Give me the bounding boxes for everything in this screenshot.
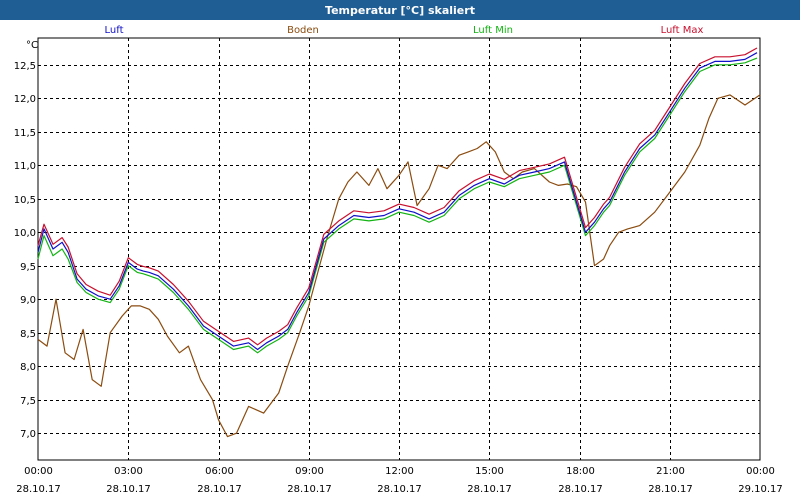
y-tick-label: 9,0: [20, 295, 36, 306]
legend: Luft Boden Luft Min Luft Max: [105, 25, 704, 36]
x-tick-time: 21:00: [656, 466, 685, 477]
y-tick-label: 8,5: [20, 329, 36, 340]
x-tick-time: 09:00: [295, 466, 324, 477]
x-tick-date: 28.10.17: [467, 484, 512, 495]
x-tick-date: 28.10.17: [106, 484, 151, 495]
y-unit-label: °C: [26, 40, 38, 51]
x-tick-time: 03:00: [114, 466, 143, 477]
grid-lines: [37, 37, 761, 461]
y-tick-label: 11,5: [14, 128, 36, 139]
y-tick-label: 9,5: [20, 262, 36, 273]
x-tick-time: 06:00: [205, 466, 234, 477]
x-tick-date: 28.10.17: [16, 484, 61, 495]
x-tick-date: 28.10.17: [377, 484, 422, 495]
x-tick-time: 00:00: [746, 466, 775, 477]
y-tick-label: 7,0: [20, 429, 36, 440]
series-line-luft-max: [37, 47, 758, 346]
x-tick-date: 28.10.17: [197, 484, 242, 495]
x-tick-date: 28.10.17: [287, 484, 332, 495]
y-tick-label: 8,0: [20, 362, 36, 373]
x-tick-labels: 00:00 28.10.17 03:00 28.10.17 06:00 28.10.17 0…: [16, 466, 783, 495]
y-tick-label: 11,0: [14, 161, 36, 172]
y-tick-label: 10,0: [14, 228, 36, 239]
x-tick-date: 29.10.17: [738, 484, 783, 495]
series-line-luft: [37, 52, 758, 351]
y-tick-label: 10,5: [14, 195, 36, 206]
y-tick-labels: 7,0 7,5 8,0 8,5 9,0 9,5 10,0 10,5 11,0 11,5 12,0 12…: [14, 61, 36, 440]
temperature-line-chart: 7,0 7,5 8,0 8,5 9,0 9,5 10,0 10,5 11,0 11,5 12,0 12…: [14, 25, 783, 495]
chart-title: Temperatur [°C] skaliert: [325, 3, 475, 17]
x-tick-time: 15:00: [475, 466, 504, 477]
x-tick-time: 12:00: [385, 466, 414, 477]
legend-item: Luft Max: [661, 25, 704, 36]
x-tick-date: 28.10.17: [558, 484, 603, 495]
x-tick-time: 18:00: [566, 466, 595, 477]
chart-title-bar: Temperatur [°C] skaliert: [0, 0, 800, 20]
legend-item: Luft: [105, 25, 124, 36]
x-tick-date: 28.10.17: [648, 484, 693, 495]
y-tick-label: 7,5: [20, 396, 36, 407]
y-tick-label: 12,5: [14, 61, 36, 72]
chart-area: 7,0 7,5 8,0 8,5 9,0 9,5 10,0 10,5 11,0 11,5 12,0 12…: [0, 20, 800, 500]
legend-item: Luft Min: [473, 25, 513, 36]
x-tick-time: 00:00: [24, 466, 53, 477]
y-tick-label: 12,0: [14, 94, 36, 105]
legend-item: Boden: [287, 25, 319, 36]
